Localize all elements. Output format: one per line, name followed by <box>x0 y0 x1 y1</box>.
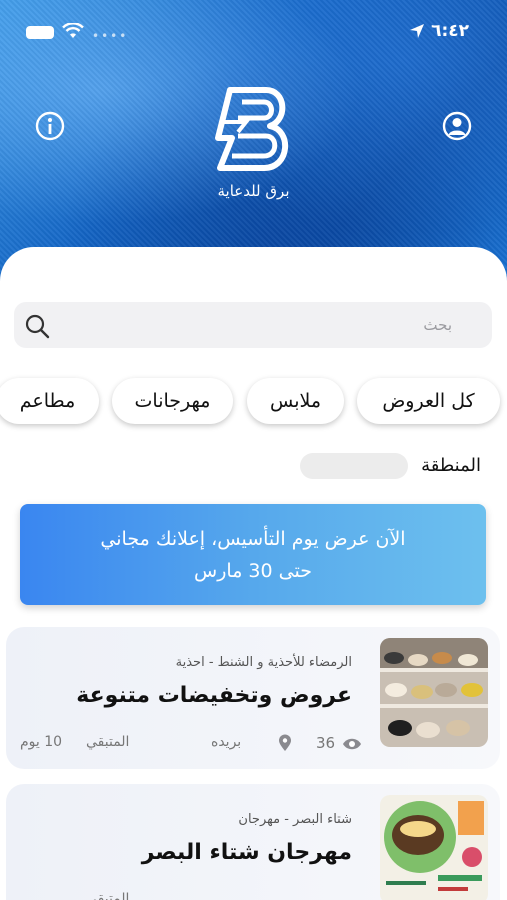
category-chip-restaurants[interactable]: مطاعم <box>0 378 99 424</box>
info-icon <box>35 111 65 141</box>
offer-remaining-label: المتبقي <box>86 734 130 750</box>
region-select[interactable] <box>300 453 408 479</box>
offer-thumbnail-festival <box>380 795 488 900</box>
offer-subtitle: الرمضاء للأحذية و الشنط - احذية <box>175 655 352 670</box>
offer-card[interactable]: الرمضاء للأحذية و الشنط - احذية عروض وتخ… <box>6 627 500 769</box>
status-time: ٦:٤٢ <box>431 21 469 41</box>
search-icon[interactable] <box>24 313 50 339</box>
search-input[interactable] <box>72 313 452 337</box>
brand-name: برق للدعاية <box>217 182 290 200</box>
profile-icon <box>442 111 472 141</box>
info-button[interactable] <box>34 110 66 142</box>
signal-dots: •••• <box>92 29 129 43</box>
offer-remaining-value: 10 يوم <box>20 734 63 750</box>
location-pin-icon <box>279 734 291 751</box>
eye-icon <box>343 738 361 750</box>
banner-line-2: حتى 30 مارس <box>194 560 312 582</box>
battery-icon <box>26 26 54 39</box>
status-bar: •••• ٦:٤٢ <box>0 0 507 60</box>
banner-line-1: الآن عرض يوم التأسيس، إعلانك مجاني <box>100 528 406 550</box>
offer-views: 36 <box>316 734 336 752</box>
brand-logo <box>208 82 298 177</box>
category-chip-clothes[interactable]: ملابس <box>247 378 344 424</box>
wifi-icon <box>62 23 84 38</box>
offer-title: مهرجان شتاء البصر <box>141 840 352 865</box>
category-chip-all-offers[interactable]: كل العروض <box>357 378 500 424</box>
region-label: المنطقة <box>421 455 481 476</box>
search-bar[interactable] <box>14 302 492 348</box>
content-sheet: كل العروض ملابس مهرجانات مطاعم المنطقة ا… <box>0 247 507 900</box>
offer-remaining-label: المتبقي <box>86 891 130 900</box>
location-arrow-icon <box>410 24 424 38</box>
category-chip-festivals[interactable]: مهرجانات <box>112 378 233 424</box>
offer-card[interactable]: شتاء البصر - مهرجان مهرجان شتاء البصر ال… <box>6 784 500 900</box>
profile-button[interactable] <box>441 110 473 142</box>
offer-city: بريده <box>211 734 242 750</box>
offer-thumbnail-shoes <box>380 638 488 747</box>
offer-subtitle: شتاء البصر - مهرجان <box>238 812 352 827</box>
promo-banner[interactable]: الآن عرض يوم التأسيس، إعلانك مجاني حتى 3… <box>20 504 486 605</box>
offer-title: عروض وتخفيضات متنوعة <box>76 683 352 708</box>
